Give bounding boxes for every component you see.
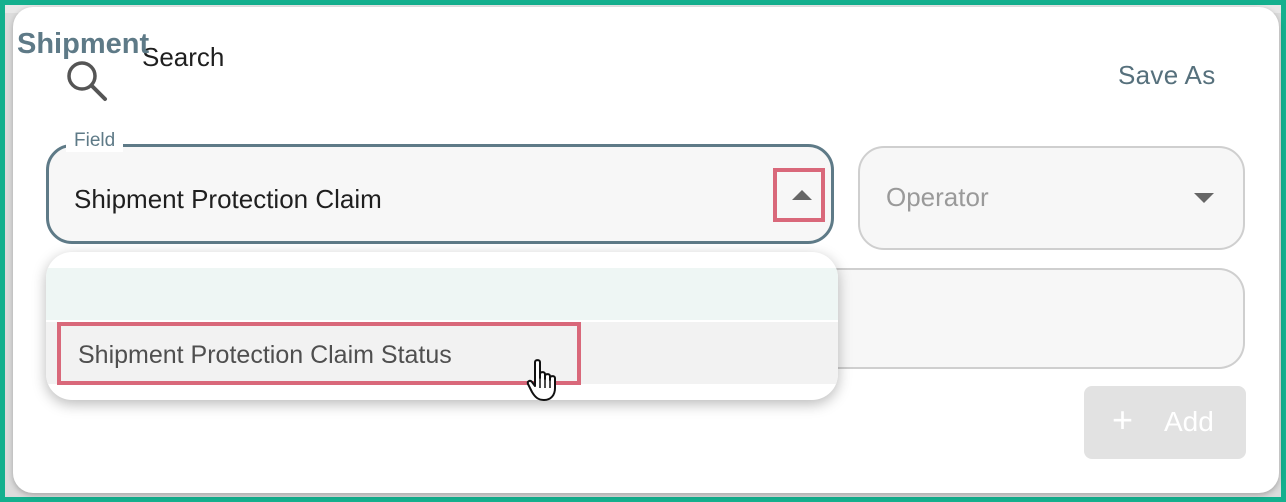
value-input[interactable] — [820, 268, 1245, 369]
dropdown-option[interactable]: Shipment Protection Claim Status — [78, 341, 452, 370]
caret-down-icon — [1194, 193, 1214, 203]
add-button[interactable]: + Add — [1084, 386, 1246, 459]
plus-icon: + — [1112, 399, 1134, 440]
save-as-button[interactable]: Save As — [1118, 60, 1242, 91]
dropdown-group-label: Shipment — [17, 28, 150, 60]
dropdown-group-header — [46, 268, 838, 320]
search-icon — [67, 61, 107, 101]
caret-up-icon — [792, 190, 812, 200]
add-button-label: Add — [1164, 406, 1214, 437]
hand-pointer-icon — [526, 359, 556, 401]
field-select-value: Shipment Protection Claim — [74, 184, 382, 214]
field-dropdown-toggle[interactable] — [773, 168, 825, 222]
field-label: Field — [66, 130, 124, 152]
operator-placeholder: Operator — [886, 182, 989, 212]
dialog-title: Search — [142, 42, 225, 72]
